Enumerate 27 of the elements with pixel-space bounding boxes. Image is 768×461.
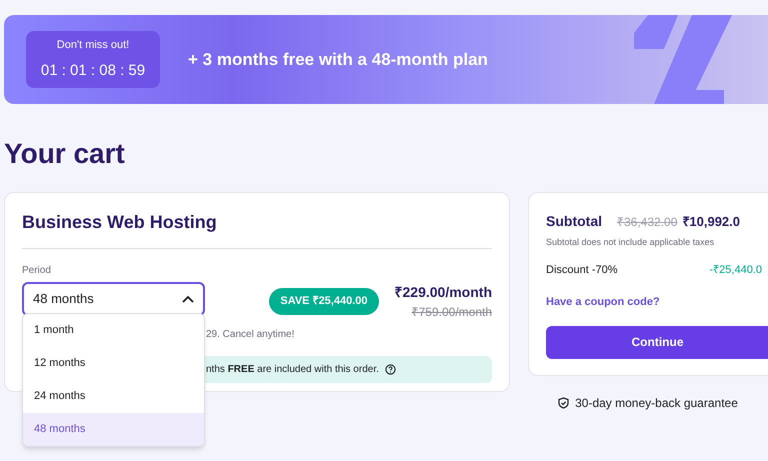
- help-icon: [384, 364, 396, 375]
- countdown-label: Don't miss out!: [56, 38, 130, 53]
- free-months-text: nths FREE are included with this order.: [206, 363, 379, 377]
- offer-text: + 3 months free with a 48-month plan: [188, 48, 488, 71]
- countdown-timer: 01 : 01 : 08 : 59: [40, 60, 146, 80]
- price: ₹229.00/month: [394, 283, 492, 302]
- discount-amount: -₹25,440.0: [710, 262, 762, 278]
- guarantee-text: 30-day money-back guarantee: [575, 395, 738, 412]
- save-badge: SAVE ₹25,440.00: [269, 288, 379, 314]
- total: ₹10,992.0: [682, 213, 740, 231]
- tax-note: Subtotal does not include applicable taxes: [546, 236, 716, 249]
- old-price: ₹759.00/month: [412, 304, 492, 321]
- page-title: Your cart: [4, 140, 126, 168]
- product-name: Business Web Hosting: [22, 209, 492, 249]
- subtotal-label: Subtotal: [546, 212, 602, 231]
- caret-icon: [182, 295, 194, 303]
- period-option[interactable]: 1 month: [23, 314, 204, 347]
- period-option[interactable]: 48 months: [23, 413, 204, 446]
- coupon-link[interactable]: Have a coupon code?: [546, 294, 660, 310]
- period-option[interactable]: 12 months: [23, 347, 204, 380]
- renewal-note: 29. Cancel anytime!: [206, 329, 294, 340]
- period-option[interactable]: 24 months: [23, 380, 204, 413]
- old-total: ₹36,432.00: [617, 214, 678, 231]
- shield-icon: [558, 397, 570, 409]
- period-label: Period: [22, 264, 52, 278]
- continue-button[interactable]: Continue: [546, 326, 768, 358]
- discount-label: Discount -70%: [546, 262, 618, 278]
